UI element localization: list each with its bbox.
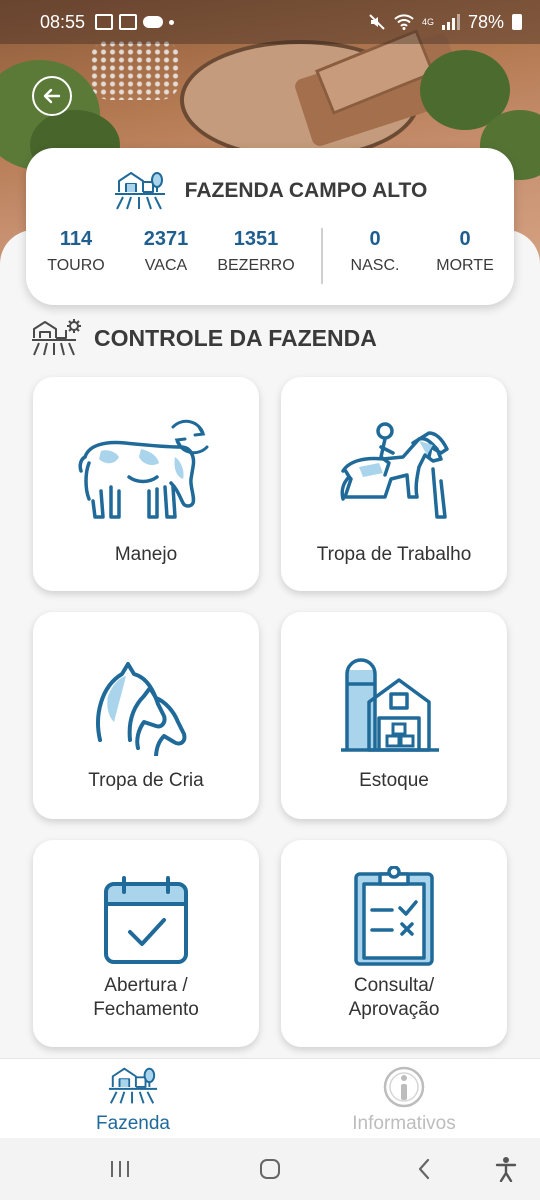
- back-nav-button[interactable]: [412, 1154, 436, 1184]
- chevron-left-icon: [418, 1158, 430, 1180]
- cow-cycle-icon: [78, 419, 209, 519]
- tile-label: Manejo: [114, 544, 178, 565]
- battery-icon: [512, 14, 522, 30]
- farm-icon: [114, 172, 165, 210]
- barn-silo-icon: [341, 658, 439, 752]
- battery-level: 78%: [467, 11, 504, 32]
- section-title: CONTROLE DA FAZENDA: [94, 324, 377, 351]
- tile-label: Tropa de Trabalho: [316, 544, 472, 565]
- status-time: 08:55: [40, 11, 86, 32]
- farm-summary-card: FAZENDA CAMPO ALTO 114 TOURO 2371 VACA 1…: [26, 148, 514, 305]
- wifi-icon: [394, 14, 414, 30]
- network-type: 4G: [421, 17, 434, 27]
- horse-rider-icon: [340, 422, 449, 519]
- tile-tropa-cria[interactable]: Tropa de Cria: [33, 612, 259, 819]
- accessibility-icon: [495, 1157, 517, 1182]
- nav-fazenda[interactable]: Fazenda: [33, 1063, 233, 1137]
- nav-informativos[interactable]: Informativos: [304, 1063, 504, 1137]
- stat-value: 0: [459, 228, 471, 250]
- tile-label: Tropa de Cria: [88, 770, 204, 791]
- notification-dot-icon: [169, 19, 175, 25]
- tile-abertura-fechamento[interactable]: Abertura / Fechamento: [33, 840, 259, 1047]
- stat-label: VACA: [144, 257, 188, 274]
- clipboard-check-icon: [354, 866, 434, 966]
- signal-icon: [441, 14, 460, 30]
- back-button[interactable]: [32, 76, 72, 116]
- checklist-icon: [119, 14, 138, 30]
- stat-value: 2371: [143, 228, 189, 250]
- tile-estoque[interactable]: Estoque: [281, 612, 507, 819]
- stat-label: NASC.: [350, 257, 400, 274]
- farm-name: FAZENDA CAMPO ALTO: [184, 179, 428, 202]
- cloud-icon: [143, 16, 164, 28]
- bottom-navigation: Fazenda Informativos: [0, 1058, 540, 1138]
- gallery-icon: [95, 14, 114, 30]
- stat-touro: 114 TOURO: [31, 228, 121, 275]
- tile-label: Estoque: [359, 770, 429, 791]
- mute-icon: [369, 14, 385, 30]
- recent-apps-button[interactable]: [108, 1154, 132, 1184]
- stat-vaca: 2371 VACA: [121, 228, 211, 275]
- tile-label-line1: Consulta/: [353, 975, 435, 996]
- tile-tropa-trabalho[interactable]: Tropa de Trabalho: [281, 377, 507, 591]
- nav-label: Fazenda: [96, 1113, 170, 1134]
- home-button[interactable]: [258, 1154, 282, 1184]
- tile-label-line2: Aprovação: [348, 999, 440, 1020]
- status-bar: 08:55 4G 78%: [0, 0, 540, 44]
- tile-label-line1: Abertura /: [104, 975, 188, 996]
- tile-label-line2: Fechamento: [93, 999, 199, 1020]
- calendar-check-icon: [104, 876, 188, 964]
- stat-value: 0: [369, 228, 381, 250]
- system-navigation-bar: [0, 1138, 540, 1200]
- stat-value: 1351: [233, 228, 279, 250]
- stat-value: 114: [59, 228, 93, 250]
- farm-settings-icon: [32, 319, 81, 356]
- home-icon: [260, 1159, 280, 1179]
- arrow-left-icon: [43, 88, 61, 104]
- stat-label: BEZERRO: [217, 257, 295, 274]
- tile-consulta-aprovacao[interactable]: Consulta/ Aprovação: [281, 840, 507, 1047]
- tile-manejo[interactable]: Manejo: [33, 377, 259, 591]
- recent-apps-icon: [111, 1161, 129, 1177]
- info-icon: [383, 1066, 425, 1108]
- stat-label: MORTE: [436, 257, 494, 274]
- stat-nascimento: 0 NASC.: [330, 228, 420, 275]
- stat-morte: 0 MORTE: [420, 228, 510, 275]
- stats-divider: [321, 228, 323, 284]
- farm-icon: [108, 1067, 158, 1104]
- section-header: CONTROLE DA FAZENDA: [32, 316, 377, 360]
- herd-stats: 114 TOURO 2371 VACA 1351 BEZERRO 0 NASC.…: [26, 228, 514, 288]
- nav-label: Informativos: [352, 1113, 456, 1134]
- horse-heads-icon: [96, 662, 187, 756]
- stat-bezerro: 1351 BEZERRO: [211, 228, 301, 275]
- accessibility-button[interactable]: [494, 1154, 518, 1184]
- stat-label: TOURO: [47, 257, 105, 274]
